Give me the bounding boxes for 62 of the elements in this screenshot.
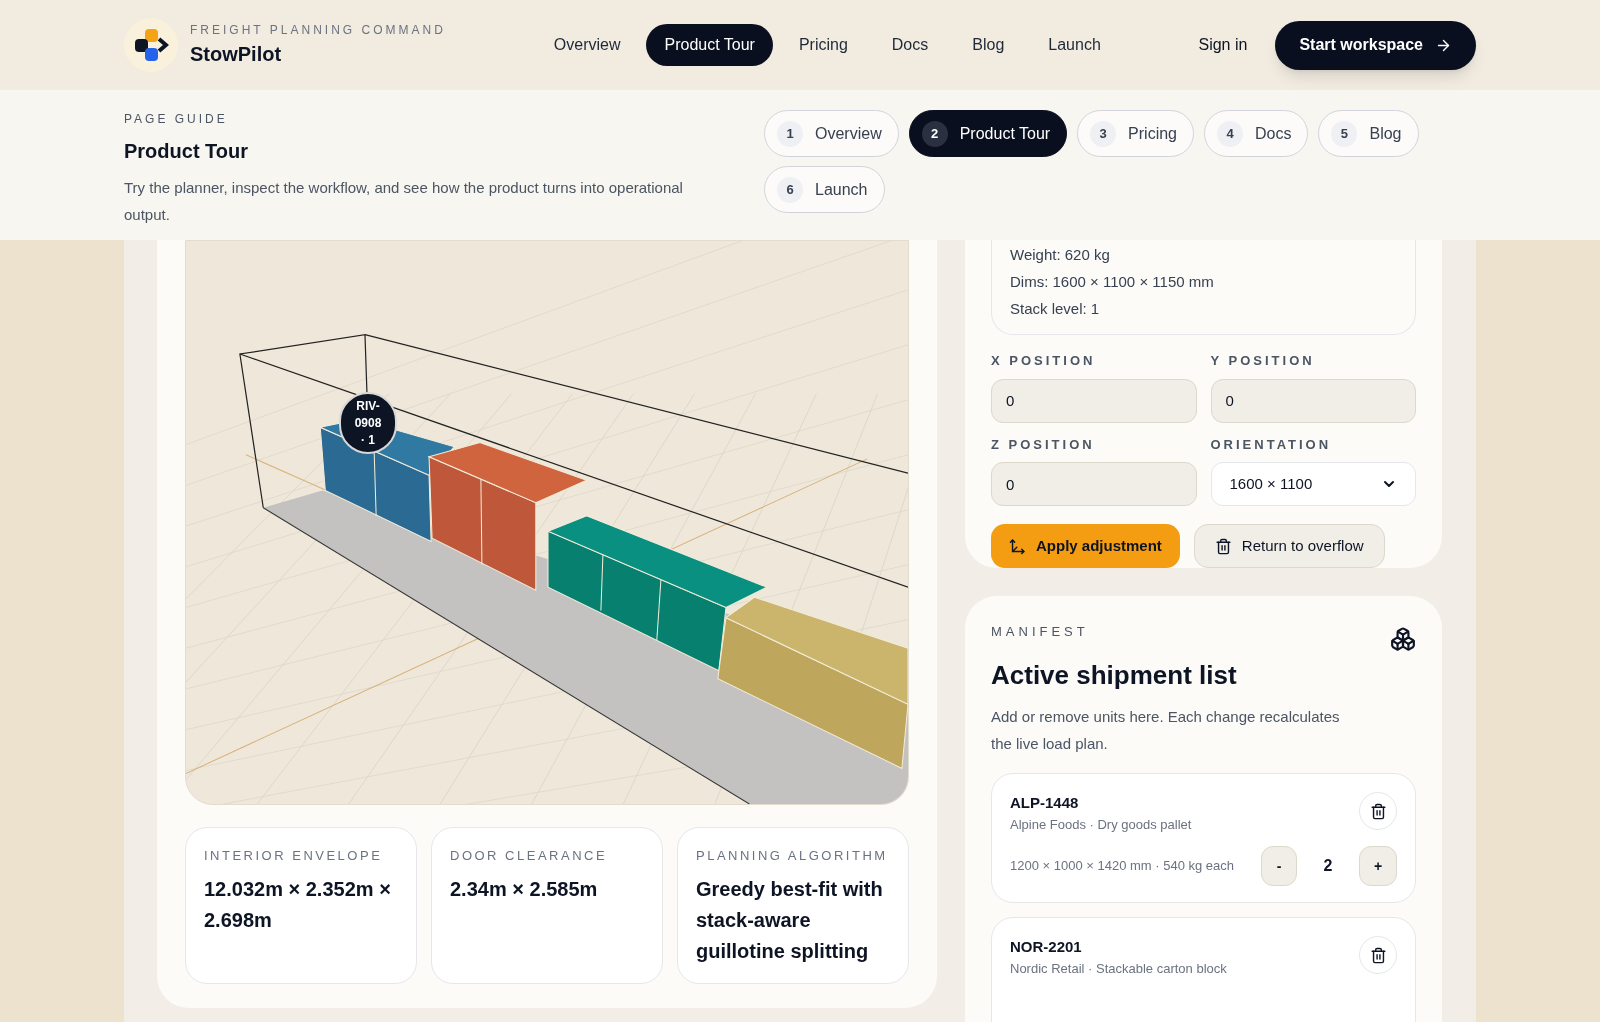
guide-step[interactable]: 6 Launch <box>764 166 885 213</box>
guide-eyebrow: PAGE GUIDE <box>124 111 229 128</box>
guide-step[interactable]: 5 Blog <box>1318 110 1419 157</box>
manifest-eyebrow: MANIFEST <box>991 623 1089 641</box>
shipment-specs: 1200 × 1000 × 1420 mm · 540 kg each <box>1010 857 1236 876</box>
unit-detail: Dims: 1600 × 1100 × 1150 mm <box>1010 272 1215 292</box>
unit-detail: Stack level: 1 <box>1010 299 1101 319</box>
stat-label: INTERIOR ENVELOPE <box>204 847 384 865</box>
load-viewer[interactable]: RIV-0908 · 1 <box>185 240 909 805</box>
step-number: 3 <box>1090 120 1117 147</box>
apply-adjustment-button[interactable]: Apply adjustment <box>991 524 1180 568</box>
unit-badge: RIV-0908 · 1 <box>339 392 397 454</box>
nav-link[interactable]: Docs <box>873 24 947 66</box>
trash-icon <box>1214 537 1232 555</box>
nav-link[interactable]: Pricing <box>780 24 866 66</box>
guide-step[interactable]: 3 Pricing <box>1077 110 1194 157</box>
nav-link[interactable]: Overview <box>535 24 639 66</box>
quantity-value: 2 <box>1322 856 1334 876</box>
guide-step[interactable]: 4 Docs <box>1204 110 1309 157</box>
shipment-subtitle: Alpine Foods · Dry goods pallet <box>1010 815 1192 834</box>
stat-label: PLANNING ALGORITHM <box>696 847 889 865</box>
nav-link[interactable]: Product Tour <box>646 24 773 66</box>
trash-icon <box>1369 802 1387 820</box>
sign-in-link[interactable]: Sign in <box>1198 33 1248 57</box>
brand-tagline: FREIGHT PLANNING COMMAND <box>190 22 446 39</box>
decrease-button[interactable]: - <box>1261 846 1297 886</box>
step-number: 6 <box>777 176 803 203</box>
step-number: 2 <box>921 120 948 147</box>
shipment-code: NOR-2201 <box>1010 937 1083 957</box>
position-field[interactable]: 0 <box>1210 378 1416 423</box>
stat-value: 12.032m × 2.352m × 2.698m <box>204 876 392 933</box>
guide-step[interactable]: 1 Overview <box>764 110 899 157</box>
field-label: ORIENTATION <box>1210 435 1333 454</box>
boxes-icon <box>1390 626 1416 652</box>
trash-icon <box>1369 946 1387 964</box>
axes-icon <box>1009 537 1026 555</box>
stat-value: 2.34m × 2.585m <box>450 876 599 902</box>
position-field[interactable]: 0 <box>991 462 1197 506</box>
stat-value: Greedy best-fit with stack-aware guillotine splitting <box>696 876 884 964</box>
start-workspace-button[interactable]: Start workspace <box>1275 20 1476 70</box>
increase-button[interactable]: + <box>1359 846 1397 886</box>
unit-detail: Weight: 620 kg <box>1010 245 1111 265</box>
manifest-title: Active shipment list <box>991 659 1238 692</box>
field-label: X POSITION <box>991 352 1097 370</box>
orientation-select[interactable]: 1600 × 1100 <box>1210 462 1416 506</box>
guide-title: Product Tour <box>124 139 250 164</box>
guide-step[interactable]: 2 Product Tour <box>908 110 1068 157</box>
shipment-code: ALP-1448 <box>1010 793 1080 813</box>
nav-link[interactable]: Launch <box>1030 24 1119 66</box>
stat-label: DOOR CLEARANCE <box>450 847 609 865</box>
step-number: 4 <box>1217 120 1243 147</box>
manifest-description: Add or remove units here. Each change recalculates the live load plan. <box>991 707 1341 754</box>
field-label: Y POSITION <box>1210 352 1316 370</box>
step-number: 5 <box>1331 120 1358 147</box>
guide-description: Try the planner, inspect the workflow, and see how the product turns into operational output. <box>124 178 684 225</box>
field-label: Z POSITION <box>991 435 1096 454</box>
return-to-overflow-button[interactable]: Return to overflow <box>1193 524 1385 568</box>
step-number: 1 <box>777 120 803 147</box>
brand-name: StowPilot <box>190 42 283 67</box>
shipment-subtitle: Nordic Retail · Stackable carton block <box>1010 959 1227 978</box>
nav-link[interactable]: Blog <box>954 24 1023 66</box>
position-field[interactable]: 0 <box>991 378 1197 423</box>
